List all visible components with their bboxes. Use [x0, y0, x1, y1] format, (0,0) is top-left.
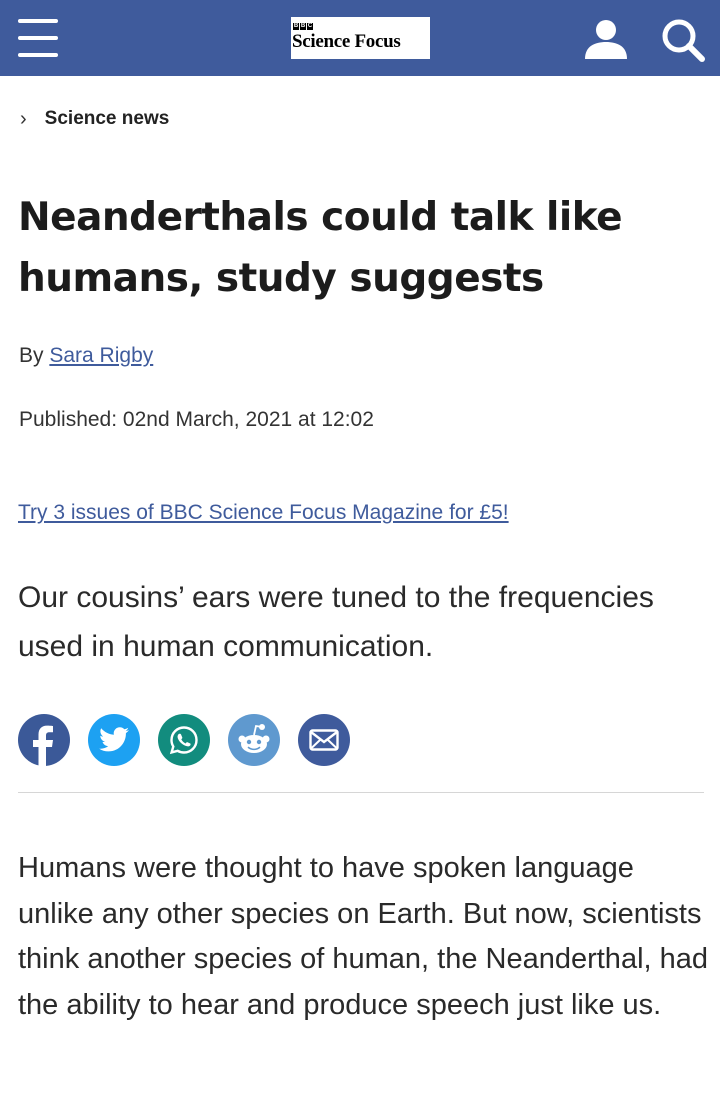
- reddit-icon: [238, 724, 270, 753]
- breadcrumb-label[interactable]: Science news: [45, 108, 170, 130]
- reddit-share-button[interactable]: [228, 714, 280, 766]
- share-buttons: [18, 714, 350, 766]
- published-date: Published: 02nd March, 2021 at 12:02: [19, 408, 374, 431]
- facebook-share-button[interactable]: [18, 714, 70, 766]
- whatsapp-share-button[interactable]: [158, 714, 210, 766]
- logo-wordmark: Science Focus: [292, 31, 401, 52]
- top-navigation-bar: B B C Science Focus: [0, 0, 720, 76]
- user-icon[interactable]: [583, 18, 629, 60]
- site-logo[interactable]: B B C Science Focus: [291, 17, 430, 59]
- breadcrumb[interactable]: › Science news: [20, 106, 169, 132]
- whatsapp-icon: [169, 726, 198, 755]
- article-standfirst: Our cousins’ ears were tuned to the freq…: [18, 581, 654, 663]
- search-icon[interactable]: [660, 17, 706, 63]
- bbc-logo-blocks: B B C: [293, 23, 313, 30]
- divider: [18, 792, 704, 793]
- byline: By Sara Rigby: [19, 344, 153, 368]
- article-headline: Neanderthals could talk like humans, stu…: [18, 195, 623, 301]
- twitter-icon: [99, 727, 129, 752]
- author-link[interactable]: Sara Rigby: [49, 344, 153, 367]
- subscription-promo-link[interactable]: Try 3 issues of BBC Science Focus Magazi…: [18, 501, 509, 525]
- menu-icon[interactable]: [18, 17, 58, 59]
- twitter-share-button[interactable]: [88, 714, 140, 766]
- article-body-paragraph: Humans were thought to have spoken langu…: [18, 852, 709, 1021]
- email-share-button[interactable]: [298, 714, 350, 766]
- chevron-right-icon: ›: [20, 108, 27, 130]
- email-icon: [309, 729, 339, 751]
- byline-prefix: By: [19, 344, 44, 367]
- facebook-icon: [33, 725, 53, 766]
